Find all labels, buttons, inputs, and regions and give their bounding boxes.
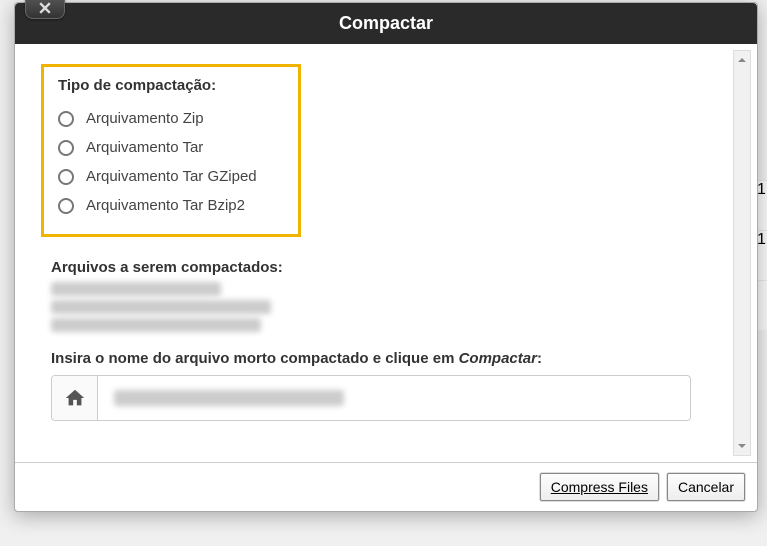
radio-option-zip[interactable]: Arquivamento Zip	[58, 104, 284, 133]
radio-option-tar-bzip2[interactable]: Arquivamento Tar Bzip2	[58, 191, 284, 220]
instruction-suffix: :	[537, 350, 542, 367]
archive-name-instruction: Insira o nome do arquivo morto compactad…	[51, 350, 721, 367]
compression-type-label: Tipo de compactação:	[58, 77, 284, 94]
instruction-prefix: Insira o nome do arquivo morto compactad…	[51, 350, 459, 367]
file-entry-redacted	[51, 300, 271, 314]
bg-row	[757, 280, 767, 330]
cancel-button[interactable]: Cancelar	[667, 473, 745, 501]
instruction-emphasis: Compactar	[459, 350, 537, 367]
scrollbar[interactable]	[733, 50, 751, 456]
modal-footer: Compress Files Cancelar	[15, 462, 757, 511]
home-icon	[64, 387, 86, 409]
radio-option-tar-gziped[interactable]: Arquivamento Tar GZiped	[58, 162, 284, 191]
radio-icon	[58, 111, 74, 127]
bg-row: 1	[757, 180, 767, 230]
radio-label: Arquivamento Tar	[86, 139, 203, 156]
radio-label: Arquivamento Tar GZiped	[86, 168, 257, 185]
radio-icon	[58, 140, 74, 156]
file-entry-redacted	[51, 282, 221, 296]
chevron-down-icon	[737, 441, 747, 451]
modal-title: Compactar	[339, 13, 433, 33]
radio-label: Arquivamento Zip	[86, 110, 204, 127]
radio-icon	[58, 169, 74, 185]
archive-name-input-group	[51, 375, 691, 421]
radio-label: Arquivamento Tar Bzip2	[86, 197, 245, 214]
radio-icon	[58, 198, 74, 214]
home-button[interactable]	[52, 376, 98, 420]
compression-type-radiogroup: Arquivamento Zip Arquivamento Tar Arquiv…	[58, 104, 284, 220]
chevron-up-icon	[737, 55, 747, 65]
modal-content: Tipo de compactação: Arquivamento Zip Ar…	[15, 44, 757, 462]
file-entry-redacted	[51, 318, 261, 332]
modal-titlebar: Compactar	[15, 3, 757, 44]
close-button[interactable]	[25, 0, 65, 19]
compress-files-button[interactable]: Compress Files	[540, 473, 659, 501]
files-to-compress-label: Arquivos a serem compactados:	[51, 259, 721, 276]
scroll-up-button[interactable]	[734, 51, 750, 69]
compress-modal: Compactar Tipo de compactação: Arquivame…	[14, 2, 758, 512]
scroll-down-button[interactable]	[734, 437, 750, 455]
archive-name-value-redacted	[114, 390, 344, 406]
compression-type-highlight: Tipo de compactação: Arquivamento Zip Ar…	[41, 64, 301, 237]
archive-name-input[interactable]	[98, 376, 690, 420]
bg-row: 1	[757, 230, 767, 280]
close-icon	[39, 2, 51, 14]
radio-option-tar[interactable]: Arquivamento Tar	[58, 133, 284, 162]
